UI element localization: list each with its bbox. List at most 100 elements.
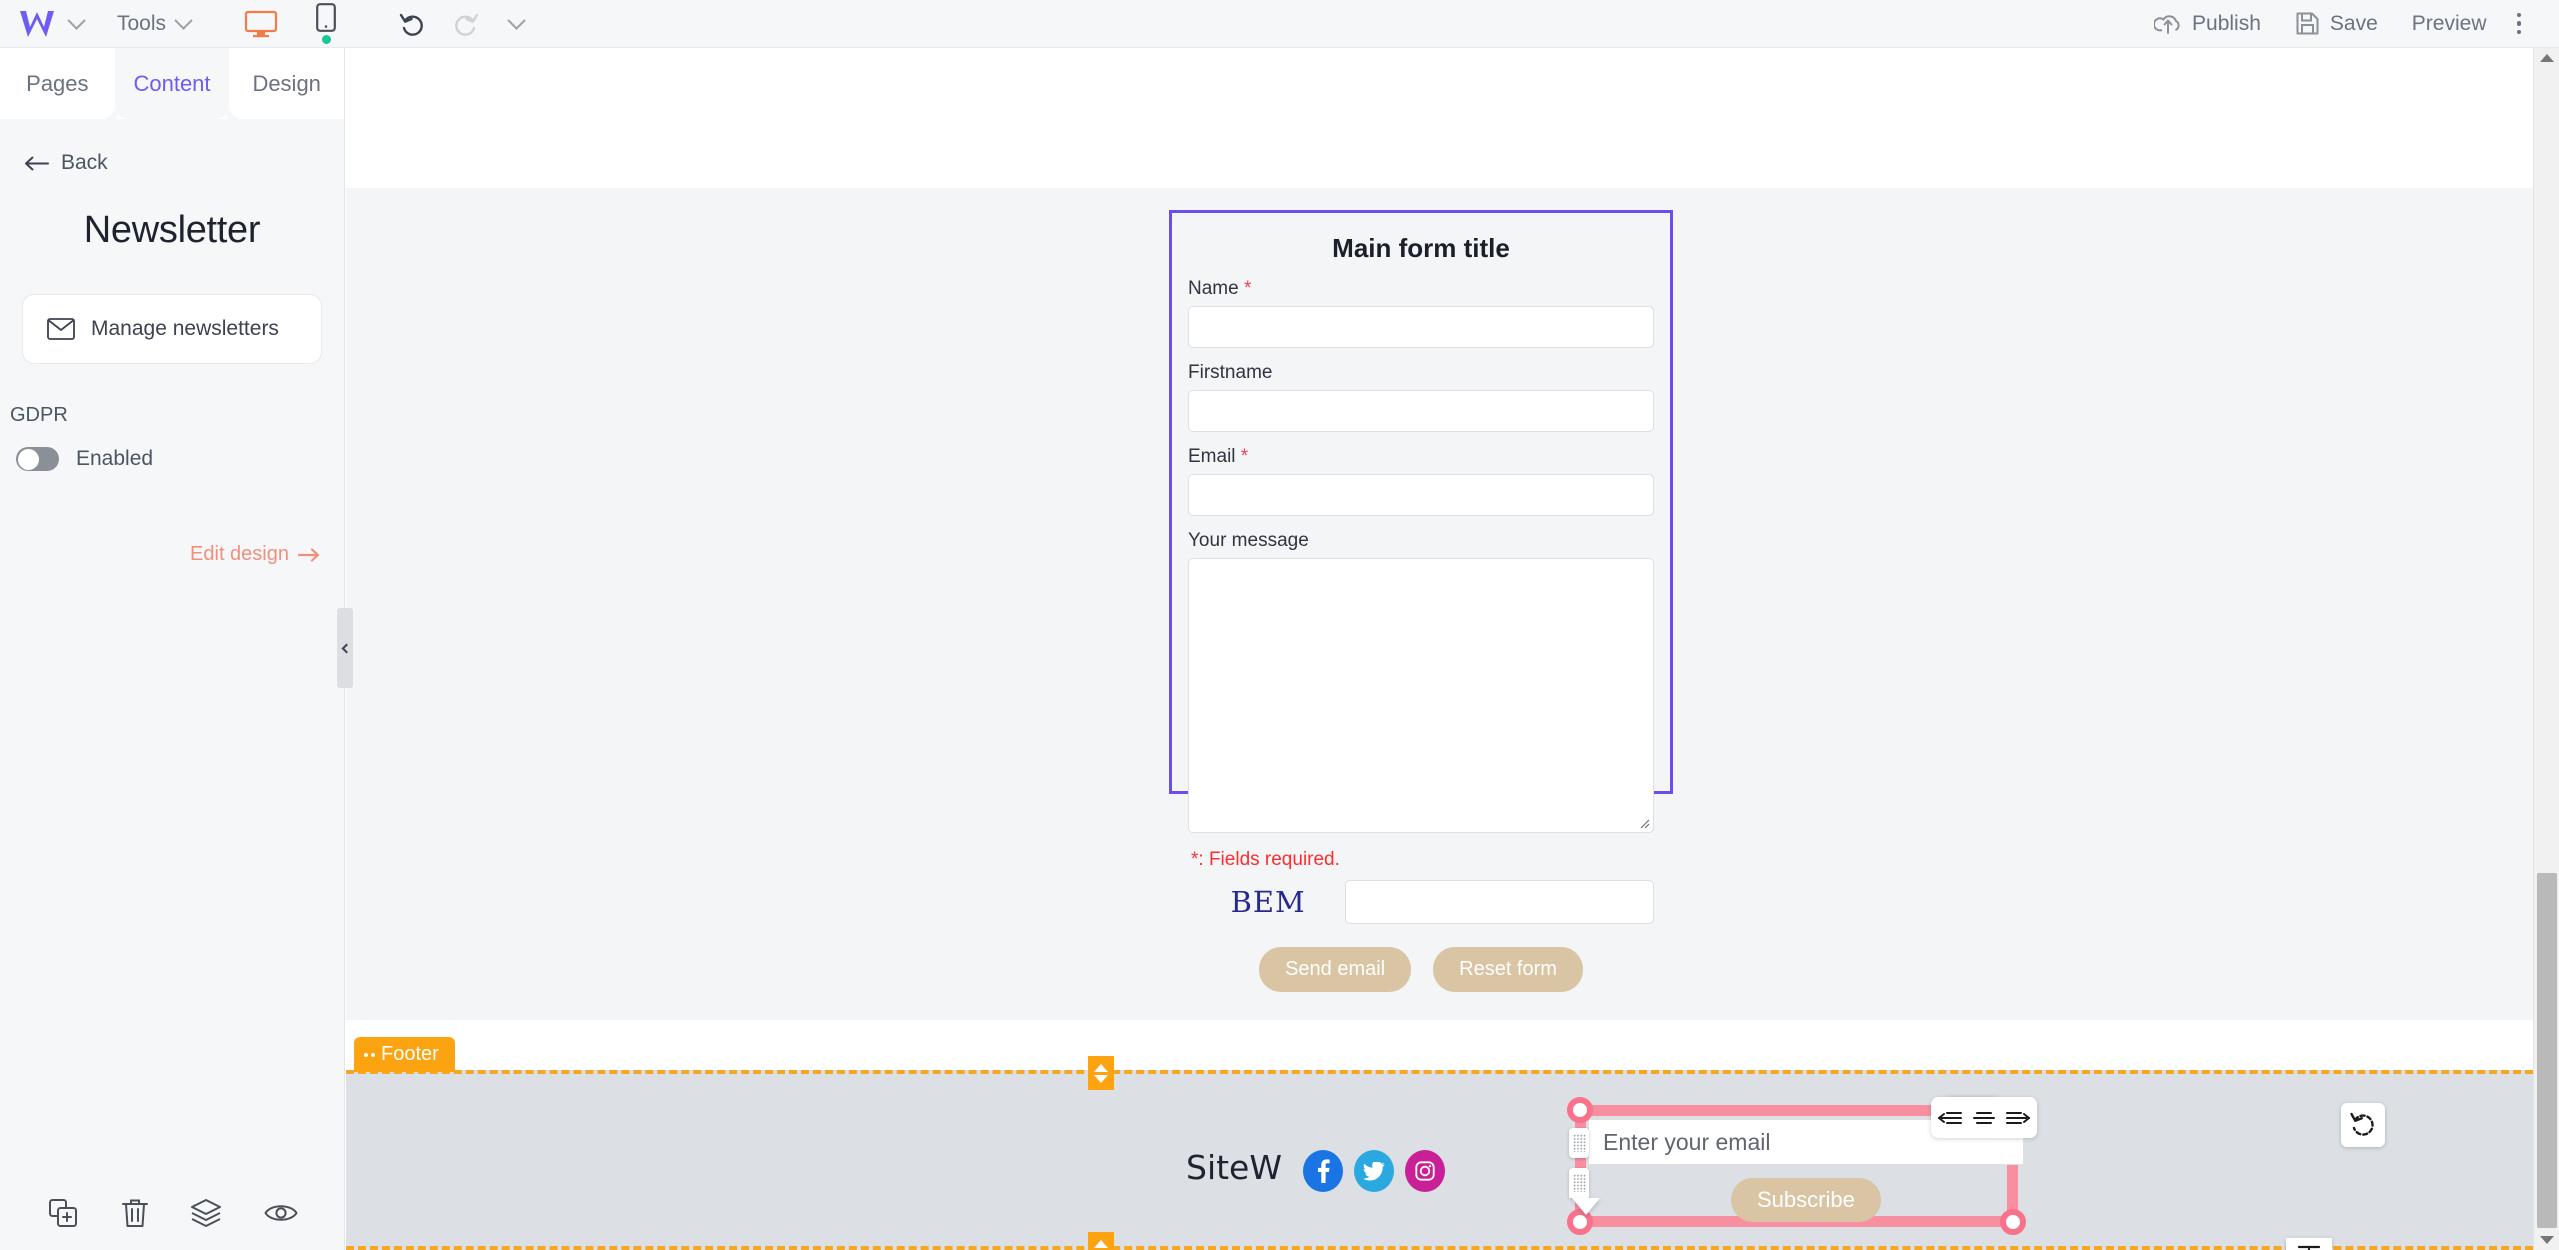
form-label-message: Your message (1188, 530, 1309, 551)
history-dropdown-button[interactable] (496, 11, 537, 30)
triangle-up-icon (1094, 1240, 1108, 1248)
logo-dropdown-button[interactable] (56, 0, 97, 47)
alignment-toolbar (1931, 1097, 2037, 1138)
chevron-down-icon (507, 11, 526, 30)
align-left-icon[interactable] (1936, 1108, 1963, 1128)
mobile-phone-icon (316, 3, 336, 32)
form-label-firstname: Firstname (1188, 362, 1273, 383)
eye-icon (264, 1204, 298, 1221)
subscribe-button[interactable]: Subscribe (1731, 1178, 1881, 1222)
resize-handle-bottom-right[interactable] (2000, 1209, 2026, 1235)
gdpr-toggle-label: Enabled (76, 447, 154, 470)
tab-content[interactable]: Content (100, 48, 243, 119)
contact-form-widget[interactable]: Main form title Name * Firstname Email *… (1169, 210, 1673, 992)
form-field-email: Email * (1188, 446, 1654, 516)
publish-label: Publish (2192, 11, 2261, 35)
widget-move-handle[interactable] (1569, 1168, 1589, 1198)
reset-rotation-button[interactable] (2341, 1103, 2385, 1147)
resize-grip-icon[interactable] (1638, 817, 1650, 829)
form-label-email: Email * (1188, 446, 1654, 468)
scroll-down-arrow-icon[interactable] (2539, 1236, 2554, 1244)
widget-move-arrow-icon[interactable] (1572, 1198, 1600, 1215)
send-email-button[interactable]: Send email (1259, 947, 1412, 992)
publish-button[interactable]: Publish (2138, 6, 2277, 42)
form-field-firstname: Firstname (1188, 362, 1654, 432)
manage-newsletters-button[interactable]: Manage newsletters (22, 294, 322, 364)
footer-bottom-resize-handle[interactable] (1088, 1232, 1114, 1250)
mobile-view-button[interactable] (304, 3, 348, 44)
redo-button[interactable] (442, 6, 490, 42)
tools-menu-button[interactable]: Tools (109, 0, 198, 47)
email-input[interactable] (1188, 474, 1654, 516)
tab-design-label: Design (252, 70, 321, 96)
more-vertical-icon (2516, 12, 2521, 18)
sitew-logo-icon (20, 10, 54, 37)
widget-drag-handle-top[interactable] (1569, 1128, 1589, 1158)
form-field-name: Name * (1188, 278, 1654, 348)
form-title: Main form title (1332, 233, 1510, 263)
gdpr-heading: GDPR (10, 404, 68, 426)
footer-section-tag[interactable]: Footer (354, 1037, 455, 1072)
required-marker: * (1240, 446, 1249, 467)
reset-form-button[interactable]: Reset form (1433, 947, 1583, 992)
form-label-name-text: Name (1188, 278, 1239, 299)
chevron-down-icon (174, 11, 193, 30)
align-bottom-icon (2297, 1245, 2321, 1250)
sidebar-tabs: Pages Content Design (0, 48, 344, 119)
edit-design-link[interactable]: Edit design (190, 543, 320, 566)
twitter-icon[interactable] (1354, 1150, 1394, 1192)
footer-brand-text[interactable]: SiteW (1186, 1148, 1282, 1187)
align-right-icon[interactable] (2005, 1108, 2032, 1128)
footer-tag-label: Footer (381, 1043, 439, 1065)
form-label-email-text: Email (1188, 446, 1236, 467)
edit-design-label: Edit design (190, 543, 289, 565)
canvas-scrollbar[interactable] (2533, 48, 2559, 1250)
preview-visibility-button[interactable] (258, 1195, 304, 1236)
delete-button[interactable] (115, 1191, 155, 1240)
gdpr-toggle[interactable] (16, 447, 59, 471)
rotate-reset-icon (2350, 1112, 2374, 1136)
mobile-status-dot (321, 35, 331, 44)
layers-button[interactable] (184, 1192, 228, 1239)
scrollbar-thumb[interactable] (2537, 873, 2557, 1228)
desktop-view-button[interactable] (232, 10, 290, 38)
undo-button[interactable] (388, 6, 436, 42)
arrow-right-icon (298, 547, 320, 562)
facebook-icon[interactable] (1303, 1150, 1343, 1192)
sidebar-collapse-handle[interactable] (337, 608, 353, 688)
align-center-icon[interactable] (1972, 1108, 1995, 1128)
undo-icon (399, 13, 423, 36)
name-input[interactable] (1188, 306, 1654, 348)
firstname-input[interactable] (1188, 390, 1654, 432)
instagram-glyph-icon (1415, 1161, 1435, 1181)
tab-design[interactable]: Design (229, 48, 344, 119)
resize-handle-top-left[interactable] (1567, 1097, 1593, 1123)
save-button[interactable]: Save (2279, 5, 2394, 42)
layers-icon (191, 1198, 222, 1227)
captcha-input[interactable] (1345, 880, 1654, 924)
sitew-logo[interactable] (18, 9, 56, 39)
scroll-up-arrow-icon[interactable] (2539, 54, 2554, 62)
footer-top-resize-handle[interactable] (1088, 1056, 1114, 1090)
vertical-align-bottom-button[interactable] (2286, 1238, 2332, 1250)
message-textarea[interactable] (1188, 558, 1654, 833)
back-button[interactable]: Back (24, 151, 344, 175)
form-footer: *: Fields required. BEM Send email Reset… (1188, 849, 1654, 992)
drag-dots-icon (1572, 1174, 1586, 1192)
desktop-monitor-icon (244, 10, 278, 37)
form-label-name: Name * (1188, 278, 1654, 300)
preview-label: Preview (2411, 11, 2487, 35)
tab-pages[interactable]: Pages (0, 48, 115, 119)
page-title: Newsletter (83, 209, 261, 251)
twitter-bird-icon (1363, 1161, 1385, 1181)
canvas-spacer-section (346, 1020, 2533, 1070)
facebook-glyph-icon (1317, 1159, 1330, 1183)
triangle-up-icon (1094, 1063, 1108, 1072)
more-options-button[interactable] (2505, 5, 2534, 43)
more-vertical-icon (2516, 29, 2521, 35)
publish-cloud-icon (2154, 14, 2180, 34)
sidebar-bottom-toolbar (0, 1180, 345, 1250)
instagram-icon[interactable] (1405, 1150, 1445, 1192)
duplicate-button[interactable] (41, 1191, 85, 1240)
preview-button[interactable]: Preview (2396, 6, 2503, 42)
